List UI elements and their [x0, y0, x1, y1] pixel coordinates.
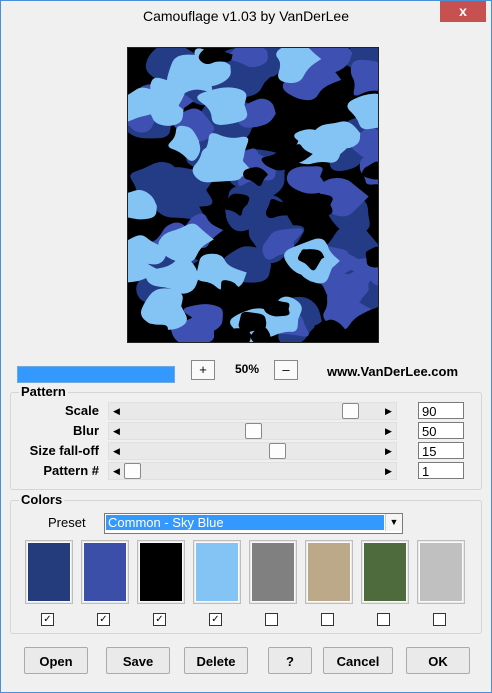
color-swatch[interactable] — [137, 540, 185, 604]
color-enabled-checkbox[interactable]: ✓ — [153, 613, 166, 626]
color-enabled-checkbox[interactable] — [433, 613, 446, 626]
pattern-value-field[interactable]: 1 — [418, 462, 464, 479]
preset-selected-value: Common - Sky Blue — [106, 515, 384, 530]
arrow-left-icon[interactable]: ◀ — [109, 423, 124, 439]
save-button[interactable]: Save — [106, 647, 170, 674]
website-link[interactable]: www.VanDerLee.com — [327, 364, 458, 379]
slider-thumb[interactable] — [124, 463, 141, 479]
camouflage-blob — [350, 59, 378, 96]
close-button[interactable]: x — [440, 1, 486, 22]
pattern-row-label: Size fall-off — [29, 443, 99, 458]
zoom-level: 50% — [234, 362, 260, 376]
pattern-value-field[interactable]: 90 — [418, 402, 464, 419]
arrow-left-icon[interactable]: ◀ — [109, 403, 124, 419]
pattern-group: Pattern Scale ◀ ▶ 90 Blur ◀ ▶ 50 Size fall-off ◀ ▶… — [10, 384, 482, 490]
pattern-group-label: Pattern — [19, 384, 68, 399]
camouflage-preview — [127, 47, 379, 343]
color-swatch[interactable] — [305, 540, 353, 604]
pattern-row-label: Scale — [65, 403, 99, 418]
slider-thumb[interactable] — [342, 403, 359, 419]
chevron-down-icon[interactable]: ▼ — [385, 514, 402, 531]
pattern-row-label: Blur — [73, 423, 99, 438]
color-enabled-checkbox[interactable]: ✓ — [209, 613, 222, 626]
camouflage-blob — [220, 280, 247, 302]
zoom-out-button[interactable]: – — [274, 360, 298, 380]
arrow-left-icon[interactable]: ◀ — [109, 463, 124, 479]
title-bar: Camouflage v1.03 by VanDerLee x — [1, 1, 491, 31]
color-enabled-checkbox[interactable] — [265, 613, 278, 626]
color-enabled-checkbox[interactable]: ✓ — [97, 613, 110, 626]
color-swatch[interactable] — [81, 540, 129, 604]
arrow-right-icon[interactable]: ▶ — [381, 423, 396, 439]
color-swatch[interactable] — [417, 540, 465, 604]
slider-thumb[interactable] — [269, 443, 286, 459]
pattern-slider[interactable]: ◀ ▶ — [108, 442, 397, 460]
arrow-left-icon[interactable]: ◀ — [109, 443, 124, 459]
arrow-right-icon[interactable]: ▶ — [381, 443, 396, 459]
pattern-slider[interactable]: ◀ ▶ — [108, 422, 397, 440]
window-title: Camouflage v1.03 by VanDerLee — [143, 8, 349, 24]
open-button[interactable]: Open — [24, 647, 88, 674]
progress-bar — [17, 366, 175, 383]
slider-thumb[interactable] — [245, 423, 262, 439]
camouflage-blob — [308, 193, 333, 217]
pattern-row-label: Pattern # — [43, 463, 99, 478]
pattern-slider[interactable]: ◀ ▶ — [108, 462, 397, 480]
app-window: Camouflage v1.03 by VanDerLee x + 50% – … — [0, 0, 492, 693]
cancel-button[interactable]: Cancel — [323, 647, 393, 674]
arrow-right-icon[interactable]: ▶ — [381, 403, 396, 419]
camouflage-pattern-image — [128, 48, 378, 342]
help-button[interactable]: ? — [268, 647, 312, 674]
delete-button[interactable]: Delete — [184, 647, 248, 674]
camouflage-blob — [238, 311, 267, 333]
zoom-in-button[interactable]: + — [191, 360, 215, 380]
camouflage-blob — [140, 323, 168, 342]
colors-group-label: Colors — [19, 492, 65, 507]
camouflage-blob — [265, 199, 294, 219]
pattern-value-field[interactable]: 15 — [418, 442, 464, 459]
color-enabled-checkbox[interactable] — [377, 613, 390, 626]
pattern-value-field[interactable]: 50 — [418, 422, 464, 439]
client-area: + 50% – www.VanDerLee.com Pattern Scale ◀… — [8, 31, 484, 685]
color-enabled-checkbox[interactable] — [321, 613, 334, 626]
ok-button[interactable]: OK — [406, 647, 470, 674]
pattern-slider[interactable]: ◀ ▶ — [108, 402, 397, 420]
preset-label: Preset — [48, 515, 86, 530]
color-enabled-checkbox[interactable]: ✓ — [41, 613, 54, 626]
color-swatch[interactable] — [25, 540, 73, 604]
close-icon: x — [459, 3, 467, 19]
camouflage-blob — [286, 166, 327, 194]
arrow-right-icon[interactable]: ▶ — [381, 463, 396, 479]
color-swatch[interactable] — [193, 540, 241, 604]
color-swatch[interactable] — [361, 540, 409, 604]
preset-dropdown[interactable]: Common - Sky Blue ▼ — [104, 513, 403, 534]
color-swatch[interactable] — [249, 540, 297, 604]
